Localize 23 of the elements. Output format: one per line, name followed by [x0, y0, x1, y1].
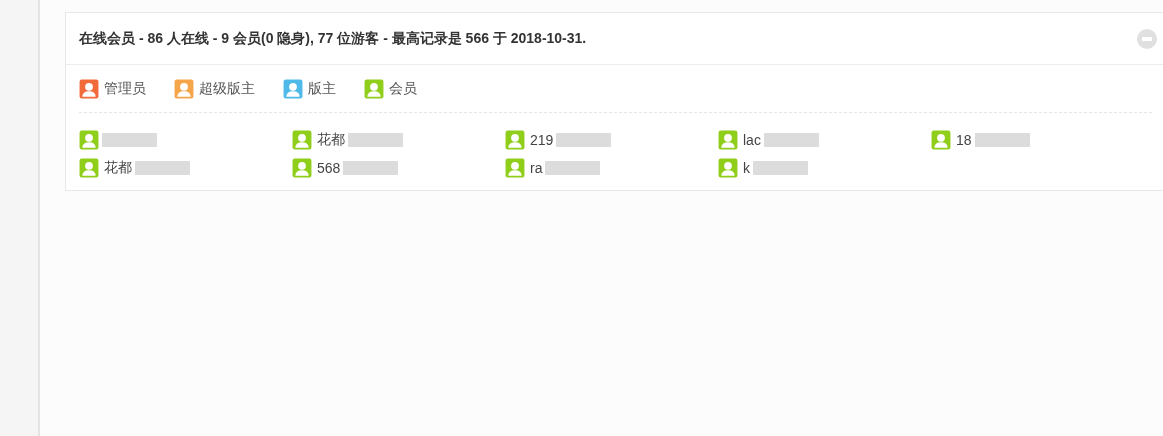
redaction-blur: [556, 133, 612, 147]
redaction-blur: [102, 133, 157, 147]
member-link[interactable]: 219: [530, 132, 554, 148]
redaction-blur: [348, 133, 403, 147]
redaction-blur: [343, 161, 399, 175]
legend-label: 超级版主: [199, 79, 255, 98]
legend-label: 管理员: [104, 79, 146, 98]
legend-label: 版主: [308, 79, 336, 98]
member-link[interactable]: 568: [317, 160, 341, 176]
member-link[interactable]: lac: [743, 132, 761, 148]
legend-label: 会员: [389, 79, 417, 98]
member-link[interactable]: 花都: [317, 131, 345, 149]
redaction-blur: [135, 161, 190, 175]
member-link[interactable]: k: [743, 160, 750, 176]
member-link[interactable]: ra: [530, 160, 543, 176]
member-link[interactable]: 18: [956, 132, 972, 148]
redaction-blur: [753, 161, 808, 175]
redaction-blur: [974, 133, 1030, 147]
redaction-blur: [763, 133, 819, 147]
member-link[interactable]: 花都: [104, 159, 132, 177]
redaction-blur: [545, 161, 601, 175]
panel-title: 在线会员 - 86 人在线 - 9 会员(0 隐身), 77 位游客 - 最高记录是 566 于 2018-10-31.: [79, 29, 587, 48]
collapse-button[interactable]: [1137, 28, 1157, 49]
